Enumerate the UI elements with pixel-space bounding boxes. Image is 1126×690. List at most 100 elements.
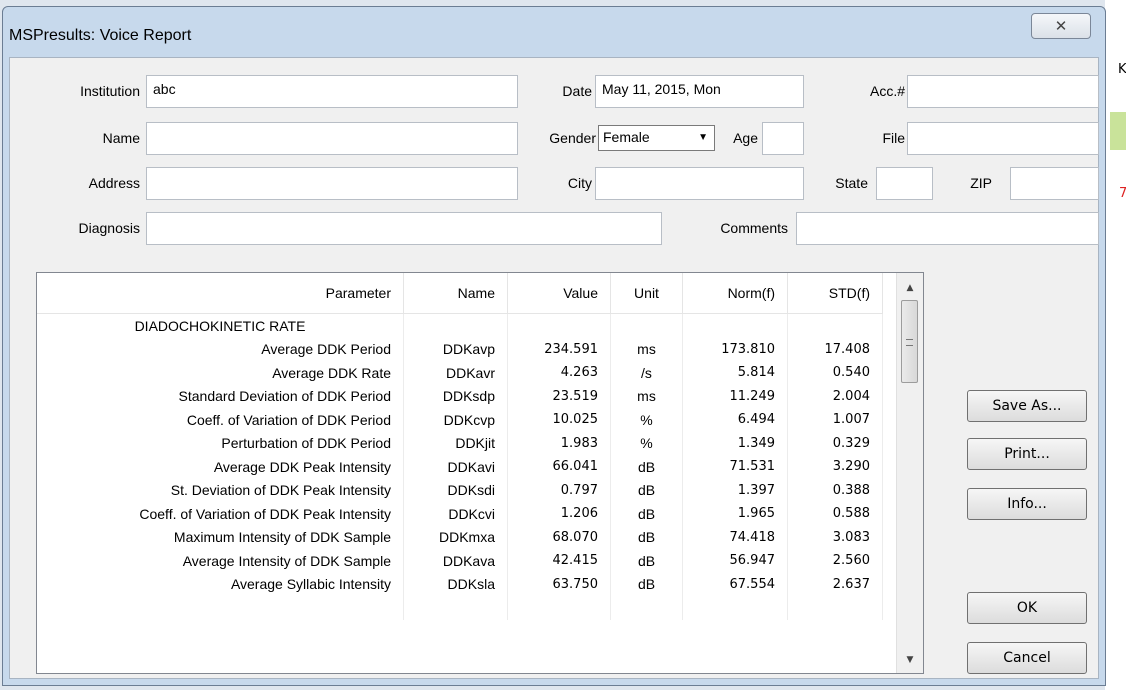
table-row[interactable]: Coeff. of Variation of DDK Peak Intensit…: [37, 502, 883, 526]
cell-value: [507, 313, 611, 338]
column-header-value[interactable]: Value: [507, 273, 611, 314]
results-table[interactable]: Parameter Name Value Unit Norm(f) STD(f)…: [36, 272, 924, 674]
cell-norm: 67.554: [682, 572, 788, 596]
column-header-std[interactable]: STD(f): [787, 273, 883, 314]
cell-unit: [610, 596, 683, 620]
cell-name: DDKcvp: [403, 408, 508, 432]
table-row[interactable]: Coeff. of Variation of DDK Period DDKcvp 1…: [37, 408, 883, 432]
scroll-down-icon[interactable]: ▼: [897, 649, 923, 671]
cell-unit: %: [610, 431, 683, 455]
voice-report-dialog: MSPresults: Voice Report ✕ Institution a…: [2, 6, 1106, 686]
cell-unit: %: [610, 408, 683, 432]
cell-norm: 56.947: [682, 549, 788, 573]
cell-name: [403, 596, 508, 620]
cell-name: DDKsla: [403, 572, 508, 596]
cell-std: 2.004: [787, 384, 883, 408]
window-title: MSPresults: Voice Report: [9, 27, 192, 44]
cell-norm: 6.494: [682, 408, 788, 432]
table-row[interactable]: [37, 596, 883, 620]
comments-label: Comments: [720, 220, 788, 236]
table-row[interactable]: Maximum Intensity of DDK Sample DDKmxa 68.…: [37, 525, 883, 549]
cell-norm: [682, 596, 788, 620]
save-as-button[interactable]: Save As...: [967, 390, 1087, 422]
file-field[interactable]: [907, 122, 1099, 155]
gender-select[interactable]: Female ▼: [598, 125, 715, 151]
cell-parameter: Average DDK Peak Intensity: [37, 455, 404, 479]
grip-icon: [906, 339, 913, 346]
cell-name: DDKavp: [403, 337, 508, 361]
zip-field[interactable]: [1010, 167, 1099, 200]
state-label: State: [835, 175, 868, 191]
cancel-button[interactable]: Cancel: [967, 642, 1087, 674]
cell-value: 234.591: [507, 337, 611, 361]
scroll-up-icon[interactable]: ▲: [897, 277, 923, 299]
file-label: File: [882, 130, 905, 146]
diagnosis-label: Diagnosis: [78, 220, 140, 236]
diagnosis-field[interactable]: [146, 212, 662, 245]
table-row[interactable]: Average DDK Period DDKavp 234.591 ms 173.810…: [37, 337, 883, 361]
cell-std: 0.388: [787, 478, 883, 502]
table-row[interactable]: Average DDK Rate DDKavr 4.263/s 5.814 0.540: [37, 361, 883, 385]
table-row[interactable]: Perturbation of DDK Period DDKjit 1.983% 1.…: [37, 431, 883, 455]
acc-field[interactable]: [907, 75, 1099, 108]
table-row[interactable]: DIADOCHOKINETIC RATE: [37, 313, 883, 338]
column-header-name[interactable]: Name: [403, 273, 508, 314]
table-row[interactable]: Average Syllabic Intensity DDKsla 63.750 dB…: [37, 572, 883, 596]
cell-value: 4.263: [507, 361, 611, 385]
cell-std: 0.329: [787, 431, 883, 455]
table-row[interactable]: St. Deviation of DDK Peak Intensity DDKsd…: [37, 478, 883, 502]
institution-label: Institution: [80, 83, 140, 99]
cell-value: 0.797: [507, 478, 611, 502]
cell-value: 68.070: [507, 525, 611, 549]
cell-name: DDKmxa: [403, 525, 508, 549]
cell-unit: [610, 313, 683, 338]
column-header-parameter[interactable]: Parameter: [37, 273, 404, 314]
cell-std: 0.540: [787, 361, 883, 385]
cell-norm: 173.810: [682, 337, 788, 361]
title-bar: MSPresults: Voice Report ✕: [3, 7, 1105, 61]
dropdown-arrow-icon: ▼: [698, 132, 708, 143]
address-field[interactable]: [146, 167, 518, 200]
date-field[interactable]: May 11, 2015, Mon: [595, 75, 804, 108]
info-button[interactable]: Info...: [967, 488, 1087, 520]
cell-norm: 1.349: [682, 431, 788, 455]
cell-name: DDKavr: [403, 361, 508, 385]
scroll-thumb[interactable]: [901, 300, 918, 383]
cell-parameter: Coeff. of Variation of DDK Period: [37, 408, 404, 432]
cell-std: [787, 313, 883, 338]
cell-value: 63.750: [507, 572, 611, 596]
institution-field[interactable]: abc: [146, 75, 518, 108]
print-button[interactable]: Print...: [967, 438, 1087, 470]
cell-name: DDKcvi: [403, 502, 508, 526]
column-header-unit[interactable]: Unit: [610, 273, 683, 314]
name-field[interactable]: [146, 122, 518, 155]
cell-norm: [682, 313, 788, 338]
comments-field[interactable]: [796, 212, 1099, 245]
state-field[interactable]: [876, 167, 933, 200]
date-label: Date: [562, 83, 592, 99]
cell-parameter: Average Syllabic Intensity: [37, 572, 404, 596]
vertical-scrollbar[interactable]: ▲ ▼: [896, 273, 923, 673]
cell-parameter: Average DDK Period: [37, 337, 404, 361]
background-red-text: 7: [1119, 186, 1126, 201]
cell-value: 1.983: [507, 431, 611, 455]
city-label: City: [567, 175, 592, 191]
gender-value: Female: [603, 129, 650, 145]
cell-parameter: Average Intensity of DDK Sample: [37, 549, 404, 573]
ok-button[interactable]: OK: [967, 592, 1087, 624]
table-header-row: Parameter Name Value Unit Norm(f) STD(f): [37, 273, 883, 314]
table-row[interactable]: Average Intensity of DDK Sample DDKava 42.…: [37, 549, 883, 573]
cell-norm: 5.814: [682, 361, 788, 385]
column-header-norm[interactable]: Norm(f): [682, 273, 788, 314]
age-field[interactable]: [762, 122, 804, 155]
cell-unit: dB: [610, 455, 683, 479]
table-row[interactable]: Average DDK Peak Intensity DDKavi 66.041 dB…: [37, 455, 883, 479]
cell-name: DDKjit: [403, 431, 508, 455]
table-row[interactable]: Standard Deviation of DDK Period DDKsdp 23…: [37, 384, 883, 408]
cell-parameter: Perturbation of DDK Period: [37, 431, 404, 455]
cell-std: 17.408: [787, 337, 883, 361]
close-button[interactable]: ✕: [1031, 13, 1091, 39]
city-field[interactable]: [595, 167, 804, 200]
cell-parameter: St. Deviation of DDK Peak Intensity: [37, 478, 404, 502]
cell-unit: dB: [610, 478, 683, 502]
